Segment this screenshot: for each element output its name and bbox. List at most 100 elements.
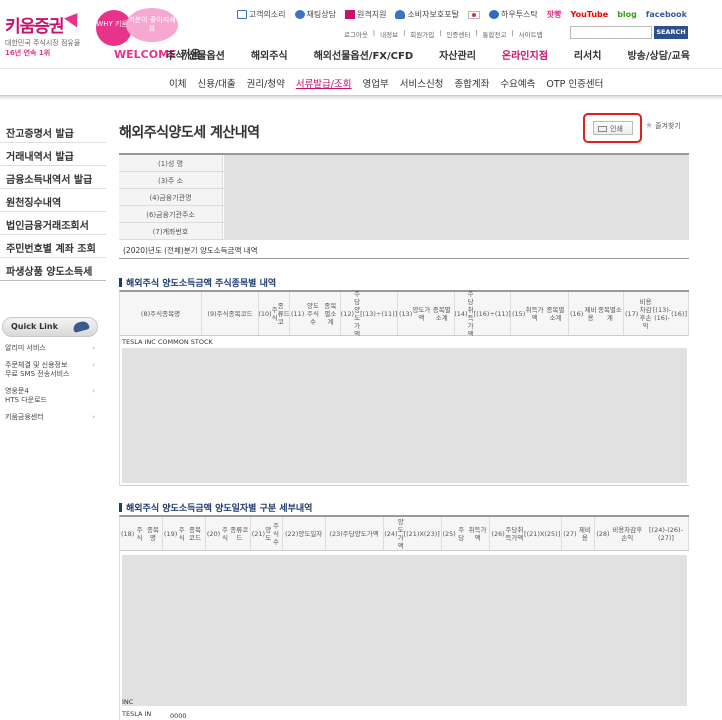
- col-header: (27) 제비용: [562, 517, 596, 550]
- taxpayer-info-table: (1)성 명 (3)주 소 (4)금융기관명 (6)금융기관주소 (7)계좌번호…: [119, 153, 689, 259]
- page-title: 해외주식양도세 계산내역: [119, 125, 260, 141]
- top-utility-links: 고객의소리 채팅상담 원격지원 소비자보호포탈 하우투스탁 팟빵 YouTube…: [236, 9, 687, 20]
- welcome-badge[interactable]: WHY 키움? 기분이 좋아지세요: [96, 8, 182, 48]
- stock-summary-header: (8) 주식 종목명 (9) 주식 종목코드 (10) 주식 종류코 드 (11) 양도주식수 종…: [120, 289, 689, 338]
- lnb-credit-loan[interactable]: 신용/대출: [197, 76, 235, 90]
- quick-link-sms[interactable]: 주문체결 및 신용정보 무료 SMS 전송서비스: [5, 361, 95, 379]
- kiwoom-logo[interactable]: 키움증권 대한민국 주식시장 점유율 16년 연속 1위: [5, 8, 84, 58]
- col-header: (13) 양도가액 종목별소계: [398, 292, 455, 335]
- gnb-research[interactable]: 리서치: [574, 47, 602, 62]
- search-input[interactable]: [570, 26, 652, 39]
- account-links: 로그아웃 | 내정보 | 회원가입 | 인증센터 | 통합전고 | 사이트맵: [344, 29, 543, 39]
- sidebar-item-account-by-id[interactable]: 주민번호별 계좌 조회: [0, 235, 106, 258]
- col-header: (11) 양도주식수 종목별소계: [290, 292, 341, 335]
- section-title-by-stock: 해외주식 양도소득금액 주식종목별 내역: [119, 276, 276, 289]
- lnb-transfer[interactable]: 이체: [169, 76, 186, 90]
- print-highlight: 인쇄: [583, 113, 642, 143]
- facebook-link[interactable]: facebook: [646, 10, 687, 19]
- signup-link[interactable]: 회원가입: [410, 29, 434, 39]
- col-header: (20) 주식 종류코드: [206, 517, 251, 550]
- sitemap-link[interactable]: 사이트맵: [519, 29, 543, 39]
- col-header: (19) 주식 종목코드: [163, 517, 206, 550]
- language-flag[interactable]: [467, 10, 480, 19]
- gnb-online-branch[interactable]: 온라인지점: [502, 47, 548, 62]
- lnb-sales-dept[interactable]: 영업부: [362, 76, 388, 90]
- mouse-icon: [72, 320, 90, 333]
- sidebar-item-balance-cert[interactable]: 잔고증명서 발급: [0, 120, 106, 143]
- logo-subtitle: 대한민국 주식시장 점유율: [5, 39, 81, 47]
- nav-shadow: [0, 96, 722, 100]
- favorite-button[interactable]: ★ 즐겨찾기: [645, 121, 681, 131]
- trade-detail-header: (18) 주식 종목명 (19) 주식 종목코드 (20) 주식 종류코드 (21) 양도 주식…: [120, 517, 690, 551]
- monitor-icon: [344, 10, 355, 19]
- customer-voice-link[interactable]: 고객의소리: [236, 9, 286, 20]
- separator: |: [403, 29, 406, 37]
- separator: |: [511, 29, 514, 37]
- trade-detail-table: (18) 주식 종목명 (19) 주식 종목코드 (20) 주식 종류코드 (21) 양도 주식…: [119, 515, 690, 720]
- col-header: (15) 취득가액 종목별소계: [511, 292, 569, 335]
- col-header: (23) 주당 양도가액: [326, 517, 384, 550]
- lnb-service[interactable]: 서비스신청: [400, 76, 444, 90]
- col-header: (16) 제비용 종목별소계: [569, 292, 624, 335]
- col-header: (28) 비용차감후손익 [(24)-(26)-(27)]: [595, 517, 690, 550]
- gnb-broadcast[interactable]: 방송/상담/교육: [627, 47, 690, 62]
- megaphone-icon: [236, 10, 247, 19]
- blog-link[interactable]: blog: [617, 10, 637, 19]
- sidebar-item-transaction-statement[interactable]: 거래내역서 발급: [0, 143, 106, 166]
- search-button[interactable]: SEARCH: [654, 26, 688, 39]
- redacted-trade-rows: [122, 555, 687, 706]
- star-icon: ★: [645, 121, 654, 131]
- sidebar-item-corporate-inquiry[interactable]: 법인금융거래조회서: [0, 212, 106, 235]
- integrated-link[interactable]: 통합전고: [483, 29, 507, 39]
- col-header: (26) 주당취득가액 [(21)X(25)]: [490, 517, 563, 550]
- consumer-protection-link[interactable]: 소비자보호포탈: [395, 9, 459, 20]
- separator: |: [372, 29, 376, 37]
- quick-link-alarm[interactable]: 알리미 서비스: [5, 344, 95, 353]
- quick-link-button[interactable]: Quick Link: [2, 317, 98, 337]
- gnb-overseas-stocks[interactable]: 해외주식: [251, 47, 288, 62]
- gnb-asset-management[interactable]: 자산관리: [439, 47, 476, 62]
- lnb-general-account[interactable]: 종합계좌: [454, 76, 489, 90]
- separator: |: [475, 29, 478, 37]
- col-header: (24) 양도가액 [(21)X(23)]: [384, 517, 442, 550]
- sidebar-item-financial-income[interactable]: 금융소득내역서 발급: [0, 166, 106, 189]
- col-header: (14) 주당취득가액 [(16)÷(11)]: [454, 289, 511, 338]
- lnb-demand-forecast[interactable]: 수요예측: [500, 76, 535, 90]
- chat-consult-link[interactable]: 채팅상담: [294, 9, 336, 20]
- quick-link-hts[interactable]: 영웅문4 HTS 다운로드: [5, 387, 95, 405]
- podbbang-link[interactable]: 팟빵: [547, 9, 562, 20]
- col-header: (22) 양도일자: [283, 517, 326, 550]
- howtostock-link[interactable]: 하우투스탁: [488, 9, 538, 20]
- separator: |: [439, 29, 442, 37]
- institution-name-label: (4)금융기관명: [119, 189, 223, 205]
- logout-link[interactable]: 로그아웃: [344, 29, 368, 39]
- quick-link-list: 알리미 서비스 주문체결 및 신용정보무료 SMS 전송서비스 영웅문4HTS …: [5, 344, 95, 430]
- sidebar-item-derivatives-tax[interactable]: 파생상품 양도소득세: [0, 258, 106, 281]
- period-note: (2020)년도 (전체)분기 양도소득금액 내역: [119, 240, 689, 259]
- col-header: (18) 주식 종목명: [120, 517, 163, 550]
- account-number-label: (7)계좌번호: [119, 223, 223, 239]
- address-label: (3)주 소: [119, 172, 223, 188]
- section-title-by-date: 해외주식 양도소득금액 양도일자별 구분 세부내역: [119, 501, 312, 514]
- quick-link-center[interactable]: 키움금융센터: [5, 413, 95, 422]
- youtube-link[interactable]: YouTube: [571, 10, 609, 19]
- sidebar-item-withholding[interactable]: 원천징수내역: [0, 189, 106, 212]
- my-info-link[interactable]: 내정보: [380, 29, 398, 39]
- col-header: (25) 주당 취득가액: [442, 517, 491, 550]
- lnb-documents[interactable]: 서류발급/조회: [296, 76, 352, 90]
- row-stock-name: TESLA IN: [122, 710, 152, 718]
- row-stock-code: 0000: [170, 712, 187, 720]
- cert-center-link[interactable]: 인증센터: [446, 29, 470, 39]
- lnb-otp[interactable]: OTP 인증센터: [546, 76, 603, 90]
- person-icon: [395, 10, 406, 19]
- gnb-overseas-futures[interactable]: 해외선물옵션/FX/CFD: [314, 47, 414, 62]
- gnb-stocks-futures[interactable]: 주식/선물옵션: [166, 47, 225, 62]
- print-button[interactable]: 인쇄: [593, 121, 633, 135]
- quick-link-label: Quick Link: [11, 322, 58, 331]
- col-header: (21) 양도 주식수: [251, 517, 283, 550]
- lnb-rights[interactable]: 권리/청약: [247, 76, 285, 90]
- redacted-stock-rows: [122, 348, 687, 483]
- korea-flag-icon: [467, 10, 480, 19]
- remote-support-link[interactable]: 원격지원: [344, 9, 386, 20]
- info-icon: [488, 10, 499, 19]
